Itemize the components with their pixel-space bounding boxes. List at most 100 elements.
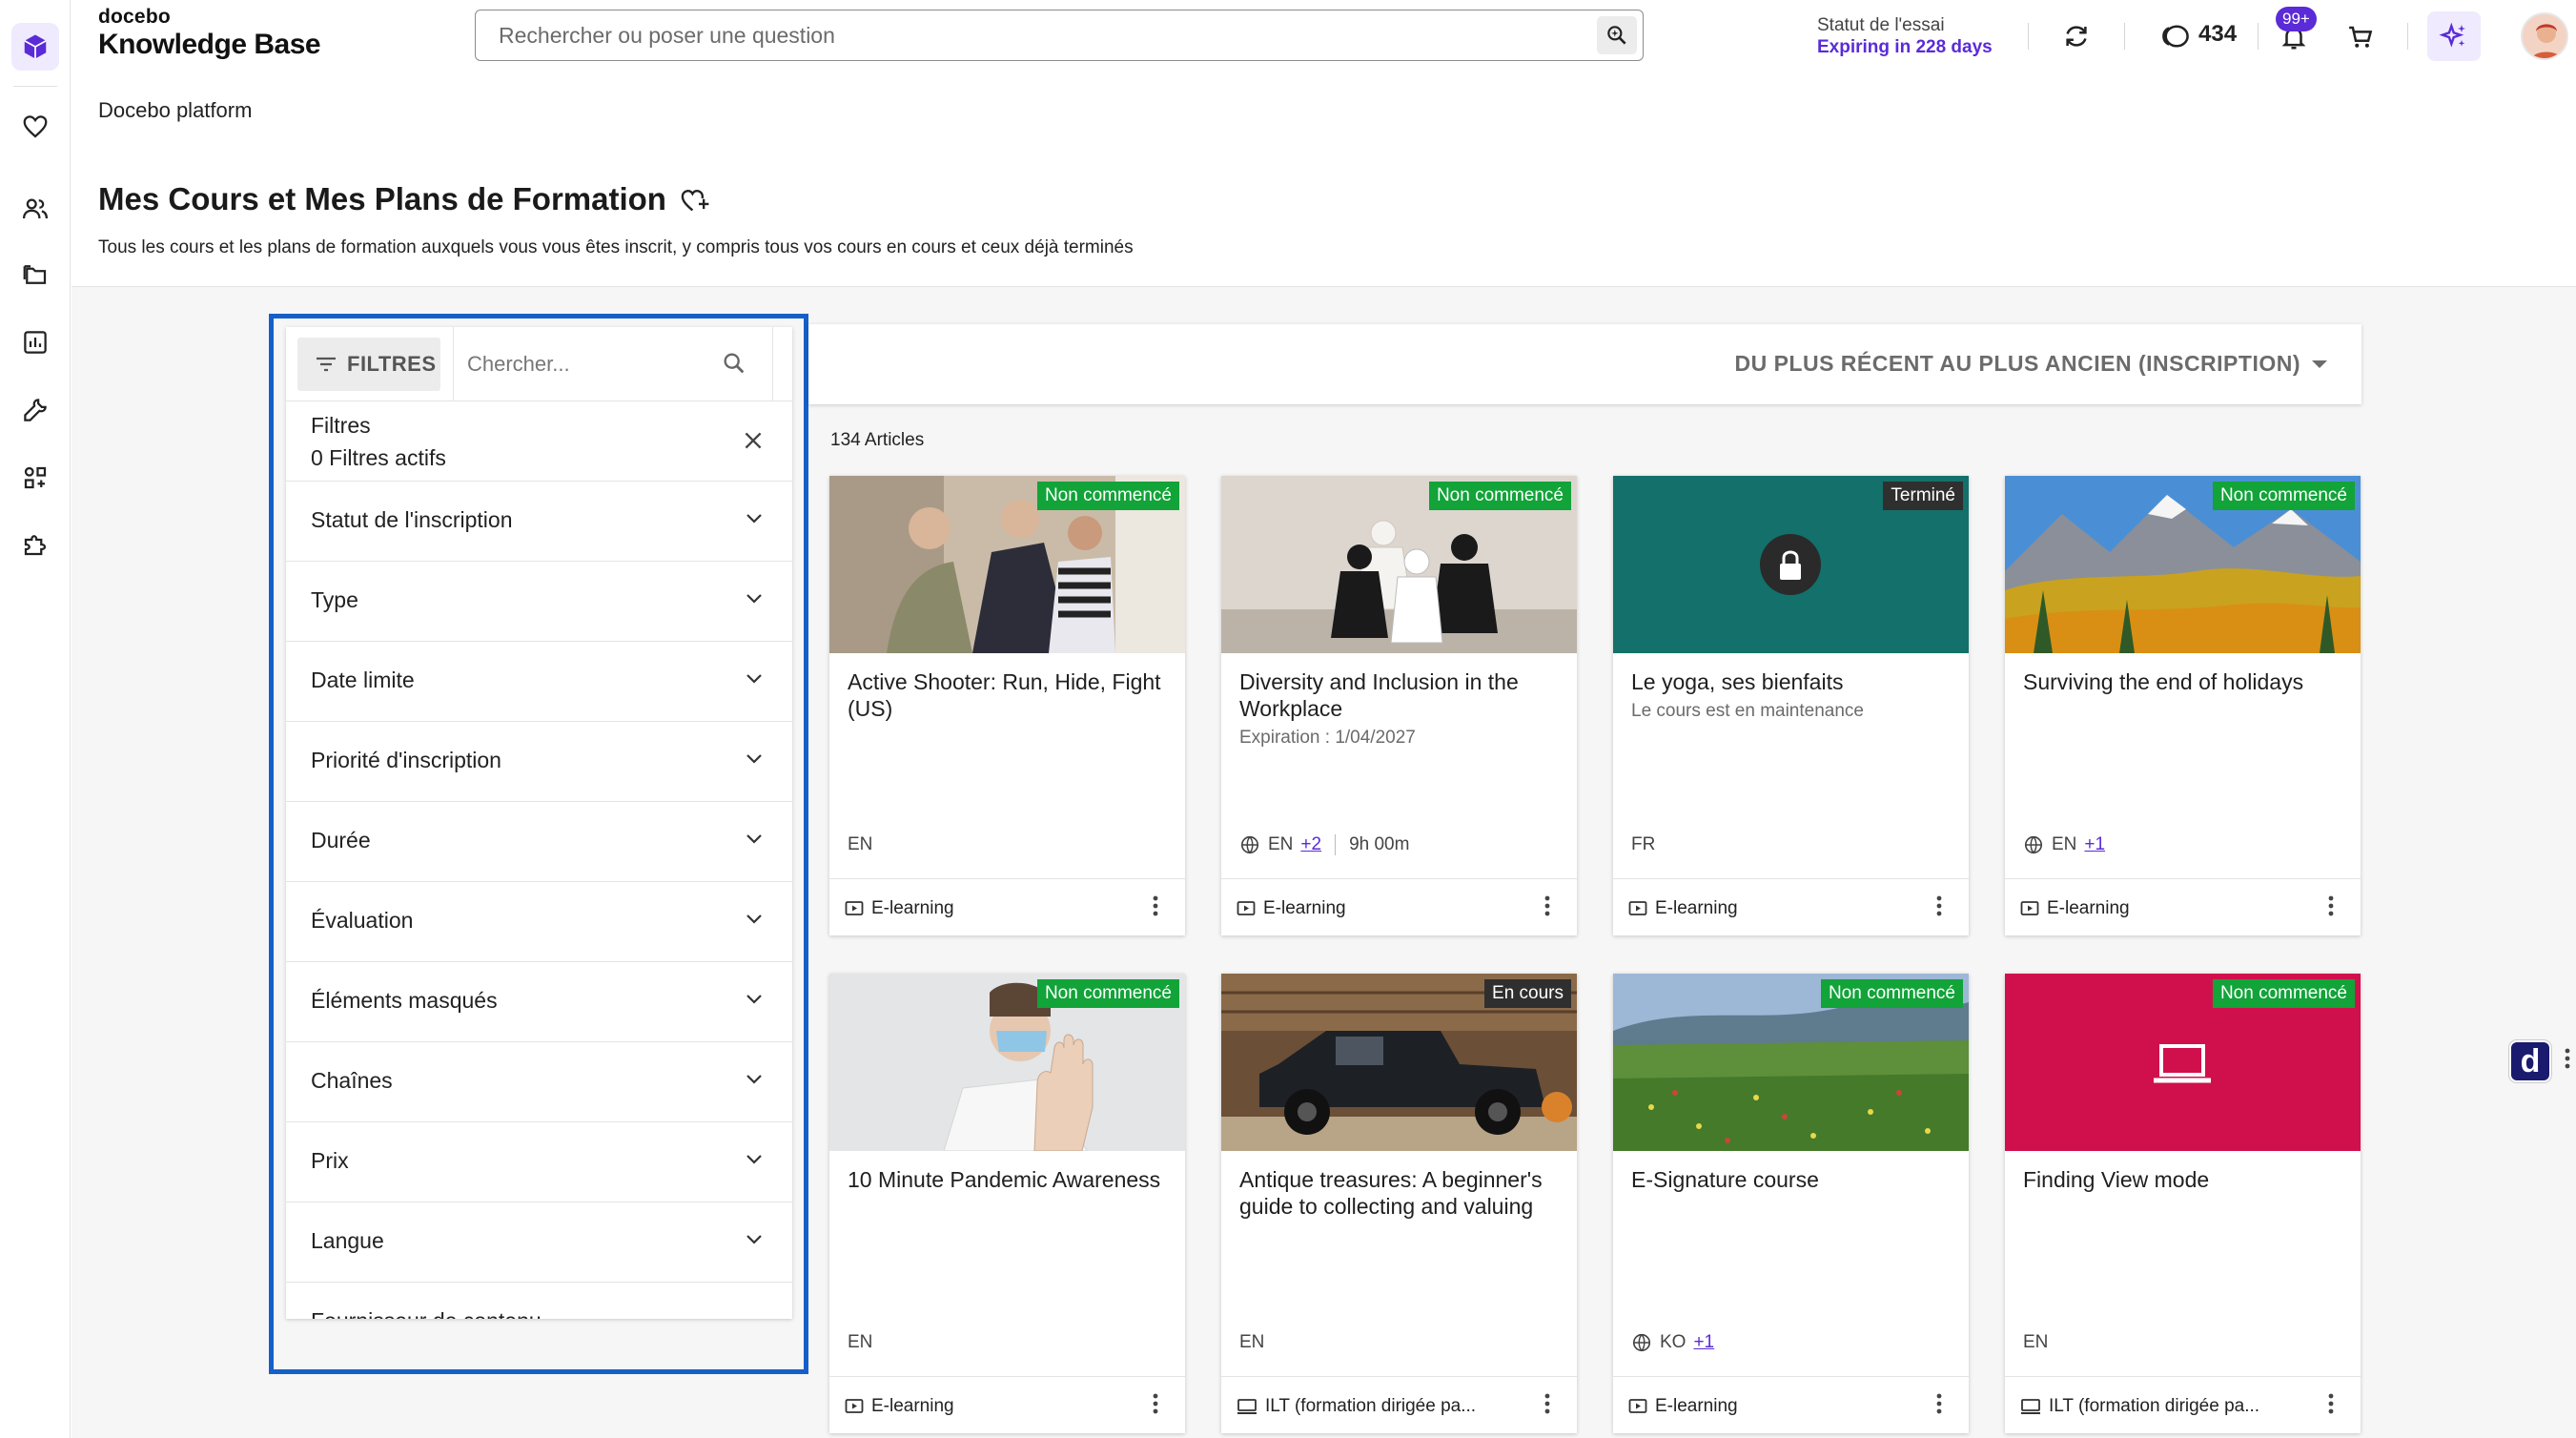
home-nav-button[interactable] bbox=[11, 23, 59, 71]
status-badge: Terminé bbox=[1883, 482, 1963, 510]
filter-duration[interactable]: Durée bbox=[286, 802, 792, 882]
filter-enrollment-status[interactable]: Statut de l'inscription bbox=[286, 482, 792, 562]
user-avatar[interactable] bbox=[2521, 12, 2568, 60]
course-type: E-learning bbox=[845, 1396, 954, 1417]
coins-button[interactable] bbox=[2158, 21, 2193, 51]
filter-content-provider[interactable]: Fournisseur de contenu bbox=[286, 1283, 792, 1319]
course-language: EN +2 9h 00m bbox=[1239, 834, 1409, 855]
widget-more-icon[interactable] bbox=[2565, 1047, 2570, 1075]
course-title[interactable]: Active Shooter: Run, Hide, Fight (US) bbox=[848, 668, 1172, 722]
course-type: E-learning bbox=[1628, 1396, 1738, 1417]
sort-dropdown[interactable]: DU PLUS RÉCENT AU PLUS ANCIEN (INSCRIPTI… bbox=[808, 324, 2361, 404]
chevron-down-icon bbox=[746, 754, 762, 764]
favorites-nav-button[interactable] bbox=[11, 103, 59, 151]
more-options-icon[interactable] bbox=[1153, 894, 1158, 922]
course-title[interactable]: E-Signature course bbox=[1631, 1166, 1955, 1193]
play-video-icon bbox=[845, 901, 864, 915]
status-badge: Non commencé bbox=[1036, 482, 1179, 510]
filter-price[interactable]: Prix bbox=[286, 1122, 792, 1202]
course-language: EN bbox=[848, 834, 873, 854]
course-title[interactable]: Antique treasures: A beginner's guide to… bbox=[1239, 1166, 1564, 1220]
course-title[interactable]: Surviving the end of holidays bbox=[2023, 668, 2347, 695]
brand-wordmark: docebo bbox=[98, 6, 171, 28]
card-footer: E-learning bbox=[1613, 878, 1969, 935]
card-footer: E-learning bbox=[2005, 878, 2361, 935]
filter-due-date[interactable]: Date limite bbox=[286, 642, 792, 722]
status-badge: Non commencé bbox=[1820, 979, 1963, 1008]
course-card[interactable]: Non commencé 10 Minute Pandemic Awarenes… bbox=[829, 974, 1185, 1433]
more-languages-link[interactable]: +1 bbox=[1693, 1332, 1714, 1353]
admin-tools-nav-button[interactable] bbox=[11, 386, 59, 434]
chevron-down-icon bbox=[746, 514, 762, 524]
more-languages-link[interactable]: +2 bbox=[1300, 834, 1321, 855]
trial-status-label: Statut de l'essai bbox=[1817, 15, 1945, 35]
card-footer: E-learning bbox=[1221, 878, 1577, 935]
more-options-icon[interactable] bbox=[2328, 894, 2334, 922]
global-search bbox=[475, 10, 1644, 61]
filter-hidden-items[interactable]: Éléments masqués bbox=[286, 962, 792, 1042]
extensions-nav-button[interactable] bbox=[11, 521, 59, 568]
coins-icon bbox=[2162, 25, 2189, 48]
avatar-image bbox=[2531, 24, 2562, 58]
globe-icon bbox=[1240, 835, 1259, 854]
filters-toggle-button[interactable]: FILTRES bbox=[297, 338, 440, 391]
close-icon[interactable] bbox=[741, 428, 766, 458]
search-button[interactable] bbox=[1597, 16, 1637, 54]
course-card[interactable]: Terminé Le yoga, ses bienfaits Le cours … bbox=[1613, 476, 1969, 935]
filter-enrollment-priority[interactable]: Priorité d'inscription bbox=[286, 722, 792, 802]
course-title[interactable]: Le yoga, ses bienfaits bbox=[1631, 668, 1955, 695]
filter-rating[interactable]: Évaluation bbox=[286, 882, 792, 962]
filter-search-input[interactable] bbox=[467, 348, 715, 380]
filter-type[interactable]: Type bbox=[286, 562, 792, 642]
filter-channels[interactable]: Chaînes bbox=[286, 1042, 792, 1122]
more-languages-link[interactable]: +1 bbox=[2084, 834, 2105, 855]
more-options-icon[interactable] bbox=[2328, 1392, 2334, 1420]
course-title[interactable]: 10 Minute Pandemic Awareness bbox=[848, 1166, 1172, 1193]
filters-heading: Filtres bbox=[311, 413, 371, 438]
filter-label: Date limite bbox=[311, 668, 415, 692]
course-card[interactable]: Non commencé Finding View mode EN ILT (f… bbox=[2005, 974, 2361, 1433]
course-card[interactable]: Non commencé Surviving the end of holida… bbox=[2005, 476, 2361, 935]
app-name[interactable]: Knowledge Base bbox=[98, 29, 321, 61]
status-badge: Non commencé bbox=[2212, 482, 2355, 510]
course-language: EN +1 bbox=[2023, 834, 2105, 855]
apps-nav-button[interactable] bbox=[11, 454, 59, 502]
favorite-page-button[interactable] bbox=[679, 185, 711, 220]
cart-button[interactable] bbox=[2341, 19, 2380, 55]
sync-button[interactable] bbox=[2057, 19, 2096, 53]
more-options-icon[interactable] bbox=[1936, 894, 1942, 922]
card-footer: E-learning bbox=[1613, 1376, 1969, 1433]
page-description: Tous les cours et les plans de formation… bbox=[98, 237, 1134, 257]
reports-nav-button[interactable] bbox=[11, 318, 59, 366]
course-card[interactable]: Non commencé Active Shooter: Run, Hide, … bbox=[829, 476, 1185, 935]
course-card[interactable]: Non commencé E-Signature course KO +1 E-… bbox=[1613, 974, 1969, 1433]
course-title[interactable]: Diversity and Inclusion in the Workplace bbox=[1239, 668, 1564, 722]
more-options-icon[interactable] bbox=[1544, 1392, 1550, 1420]
filter-language[interactable]: Langue bbox=[286, 1202, 792, 1283]
folders-icon bbox=[23, 265, 47, 284]
course-card[interactable]: Non commencé Diversity and Inclusion in … bbox=[1221, 476, 1577, 935]
breadcrumb[interactable]: Docebo platform bbox=[98, 98, 252, 123]
filter-label: Évaluation bbox=[311, 908, 414, 933]
apps-icon bbox=[24, 466, 47, 489]
more-options-icon[interactable] bbox=[1936, 1392, 1942, 1420]
course-type: ILT (formation dirigée pa... bbox=[2020, 1396, 2259, 1417]
play-video-icon bbox=[1628, 901, 1647, 915]
filter-label: Éléments masqués bbox=[311, 988, 498, 1013]
search-icon[interactable] bbox=[721, 350, 747, 381]
ai-assistant-button[interactable] bbox=[2427, 11, 2481, 61]
sparkles-icon bbox=[2439, 22, 2465, 48]
more-options-icon[interactable] bbox=[1153, 1392, 1158, 1420]
course-title[interactable]: Finding View mode bbox=[2023, 1166, 2347, 1193]
course-card[interactable]: En cours Antique treasures: A beginner's… bbox=[1221, 974, 1577, 1433]
more-options-icon[interactable] bbox=[1544, 894, 1550, 922]
filter-label: Priorité d'inscription bbox=[311, 748, 501, 772]
card-footer: ILT (formation dirigée pa... bbox=[2005, 1376, 2361, 1433]
content-nav-button[interactable] bbox=[11, 251, 59, 298]
card-footer: E-learning bbox=[829, 878, 1185, 935]
docebo-widget-button[interactable]: d bbox=[2509, 1040, 2551, 1082]
global-search-input[interactable] bbox=[499, 20, 1547, 51]
filter-label: Fournisseur de contenu bbox=[311, 1308, 542, 1319]
trial-expiry-link[interactable]: Expiring in 228 days bbox=[1817, 37, 1993, 58]
people-nav-button[interactable] bbox=[11, 185, 59, 233]
